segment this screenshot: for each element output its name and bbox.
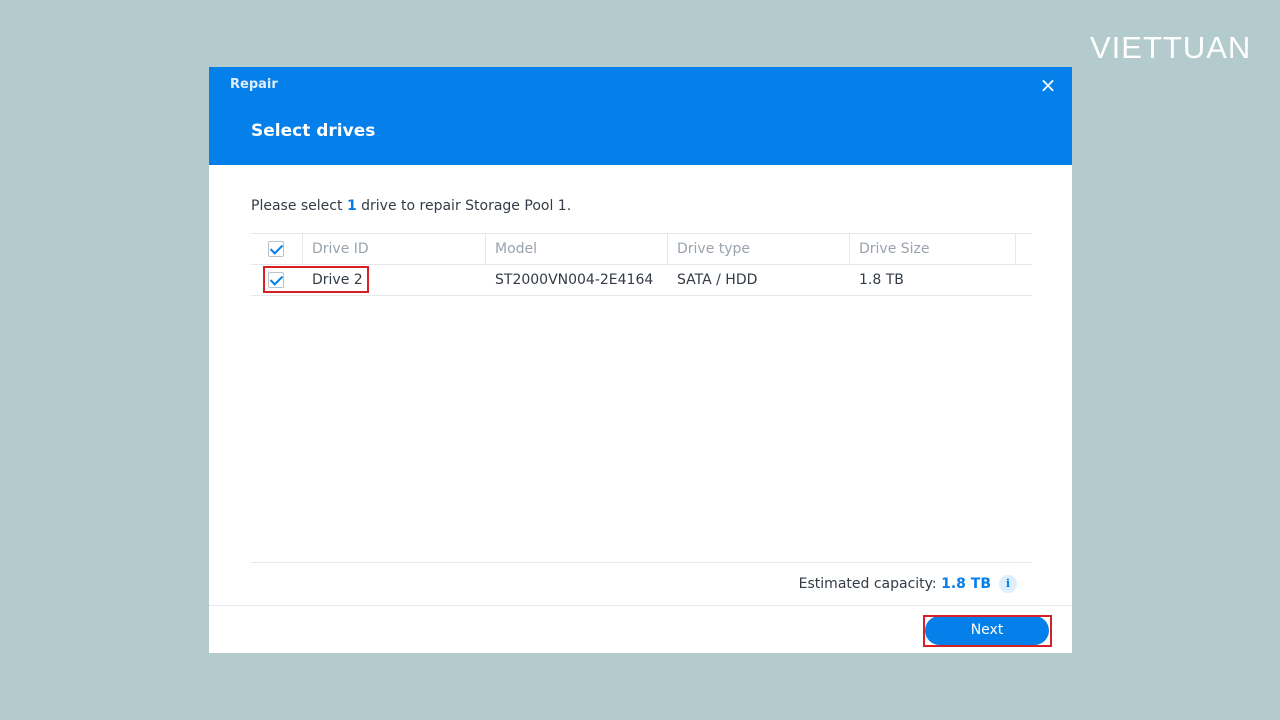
window-title: Repair	[230, 77, 278, 92]
column-header-drive-size[interactable]: Drive Size	[850, 234, 1016, 264]
close-icon[interactable]: ×	[1038, 74, 1058, 96]
column-header-drive-type[interactable]: Drive type	[668, 234, 850, 264]
model-cell: ST2000VN004-2E4164	[495, 272, 654, 288]
estimated-capacity: Estimated capacity: 1.8 TB	[799, 576, 991, 592]
repair-dialog: Repair × Select drives Please select 1 d…	[209, 67, 1072, 653]
drive-type-cell: SATA / HDD	[677, 272, 758, 288]
footer-divider	[209, 605, 1072, 606]
step-title: Select drives	[251, 121, 376, 141]
required-drive-count: 1	[346, 198, 357, 214]
drive-table: Drive ID Model Drive type Drive Size Dri…	[251, 233, 1032, 296]
column-header-spacer	[1016, 234, 1032, 264]
drive-id-cell: Drive 2	[312, 272, 363, 288]
dialog-header: Repair × Select drives	[209, 67, 1072, 165]
brand-logo: VIETTUAN	[1090, 30, 1252, 65]
capacity-label: Estimated capacity:	[798, 576, 942, 592]
table-row[interactable]: Drive 2 ST2000VN004-2E4164 SATA / HDD 1.…	[251, 265, 1032, 296]
instruction-suffix: drive to repair Storage Pool 1.	[356, 198, 572, 214]
table-header-row: Drive ID Model Drive type Drive Size	[251, 233, 1032, 265]
row-checkbox-cell	[251, 265, 303, 295]
column-header-model[interactable]: Model	[486, 234, 668, 264]
drive-2-checkbox[interactable]	[268, 272, 284, 288]
column-header-drive-id[interactable]: Drive ID	[303, 234, 486, 264]
drive-size-cell: 1.8 TB	[859, 272, 904, 288]
instruction-text: Please select 1 drive to repair Storage …	[251, 198, 571, 214]
capacity-value: 1.8 TB	[941, 576, 991, 592]
info-icon[interactable]: i	[999, 575, 1017, 593]
next-button[interactable]: Next	[925, 616, 1049, 645]
header-checkbox-cell	[251, 234, 303, 264]
capacity-divider	[251, 562, 1032, 563]
instruction-prefix: Please select	[251, 198, 347, 214]
select-all-checkbox[interactable]	[268, 241, 284, 257]
